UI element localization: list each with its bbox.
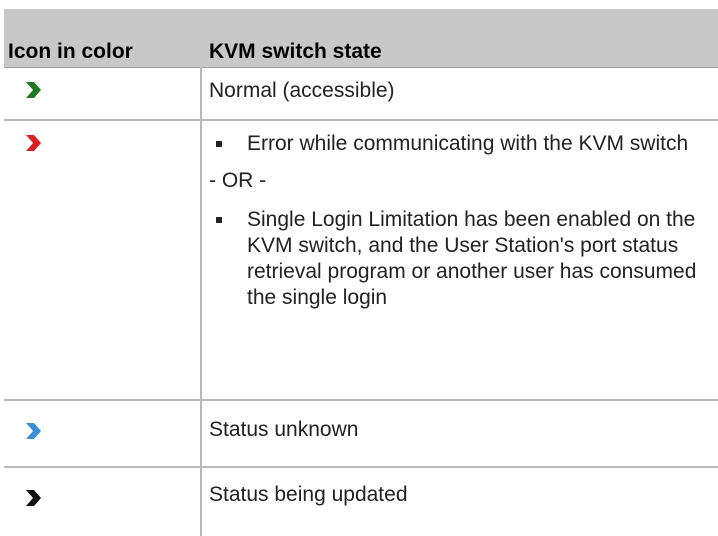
blue-chevron-icon <box>26 423 41 439</box>
table-row-normal: Normal (accessible) <box>4 67 718 121</box>
red-chevron-icon <box>26 135 41 151</box>
state-updating-text: Status being updated <box>209 483 408 506</box>
bullet-single-login-text: Single Login Limitation has been enabled… <box>247 208 697 309</box>
table-row-unknown: Status unknown <box>4 400 718 468</box>
black-chevron-icon <box>26 490 41 506</box>
state-cell: Status unknown <box>201 400 718 468</box>
state-cell: Error while communicating with the KVM s… <box>201 120 718 401</box>
icon-cell <box>4 67 202 121</box>
header-icon-in-color: Icon in color <box>4 9 201 68</box>
bullet-item-error: Error while communicating with the KVM s… <box>209 131 714 157</box>
or-separator: - OR - <box>209 169 267 192</box>
header-kvm-switch-state: KVM switch state <box>201 9 718 68</box>
bullet-square-icon <box>216 217 222 223</box>
icon-cell <box>4 400 202 468</box>
table-row-error: Error while communicating with the KVM s… <box>4 120 718 401</box>
icon-cell <box>4 120 202 401</box>
green-chevron-icon <box>26 81 41 98</box>
table-row-updating: Status being updated <box>4 467 718 536</box>
bullet-item-single-login: Single Login Limitation has been enabled… <box>209 207 714 311</box>
kvm-status-table: Icon in color KVM switch state Normal (a… <box>4 9 718 536</box>
state-cell: Normal (accessible) <box>201 67 718 121</box>
bullet-square-icon <box>216 141 222 147</box>
icon-cell <box>4 467 202 536</box>
state-normal-text: Normal (accessible) <box>209 78 395 102</box>
bullet-error-text: Error while communicating with the KVM s… <box>247 132 689 155</box>
table-header-row: Icon in color KVM switch state <box>4 9 718 68</box>
state-unknown-text: Status unknown <box>209 418 359 441</box>
state-cell: Status being updated <box>201 467 718 536</box>
